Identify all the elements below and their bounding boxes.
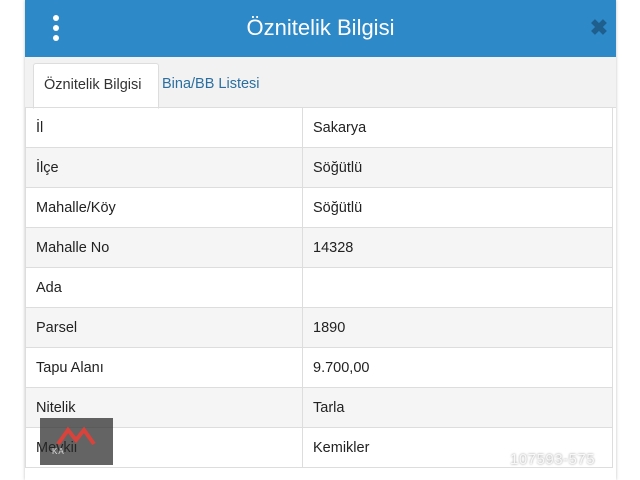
attribute-key: Ada [25, 267, 303, 308]
table-row: İlçe Söğütlü [25, 147, 613, 188]
attribute-table: İl Sakarya İlçe Söğütlü Mahalle/Köy Söğü… [25, 107, 613, 468]
tab-bar: Öznitelik Bilgisi Bina/BB Listesi [25, 57, 616, 109]
attribute-key: Mahalle/Köy [25, 187, 303, 228]
listing-number: 107593-575 [510, 451, 596, 468]
attribute-value: Tarla [302, 387, 613, 428]
attribute-value: 14328 [302, 227, 613, 268]
attribute-key: İl [25, 107, 303, 148]
table-row: Nitelik Tarla [25, 387, 613, 428]
attribute-value: Söğütlü [302, 187, 613, 228]
dialog-header: Öznitelik Bilgisi ✖ [25, 0, 616, 57]
watermark-text: KA [52, 447, 65, 456]
attribute-key: İlçe [25, 147, 303, 188]
table-row: Parsel 1890 [25, 307, 613, 348]
tab-attribute-info[interactable]: Öznitelik Bilgisi [33, 63, 159, 109]
attribute-value: 9.700,00 [302, 347, 613, 388]
attribute-value: Söğütlü [302, 147, 613, 188]
tab-building-list[interactable]: Bina/BB Listesi [152, 63, 270, 107]
attribute-key: Mahalle No [25, 227, 303, 268]
attribute-value: Sakarya [302, 107, 613, 148]
dialog-title: Öznitelik Bilgisi [246, 15, 395, 40]
table-row: Ada [25, 267, 613, 308]
attribute-info-dialog: Öznitelik Bilgisi ✖ Öznitelik Bilgisi Bi… [25, 0, 616, 480]
close-icon[interactable]: ✖ [587, 16, 611, 40]
watermark-logo: KA [40, 418, 113, 465]
attribute-value [302, 267, 613, 308]
house-roof-logo-icon [56, 426, 96, 446]
attribute-key: Parsel [25, 307, 303, 348]
table-row: Mahalle/Köy Söğütlü [25, 187, 613, 228]
attribute-value: 1890 [302, 307, 613, 348]
attribute-key: Tapu Alanı [25, 347, 303, 388]
table-row: Mahalle No 14328 [25, 227, 613, 268]
table-row: İl Sakarya [25, 107, 613, 148]
table-row: Tapu Alanı 9.700,00 [25, 347, 613, 388]
